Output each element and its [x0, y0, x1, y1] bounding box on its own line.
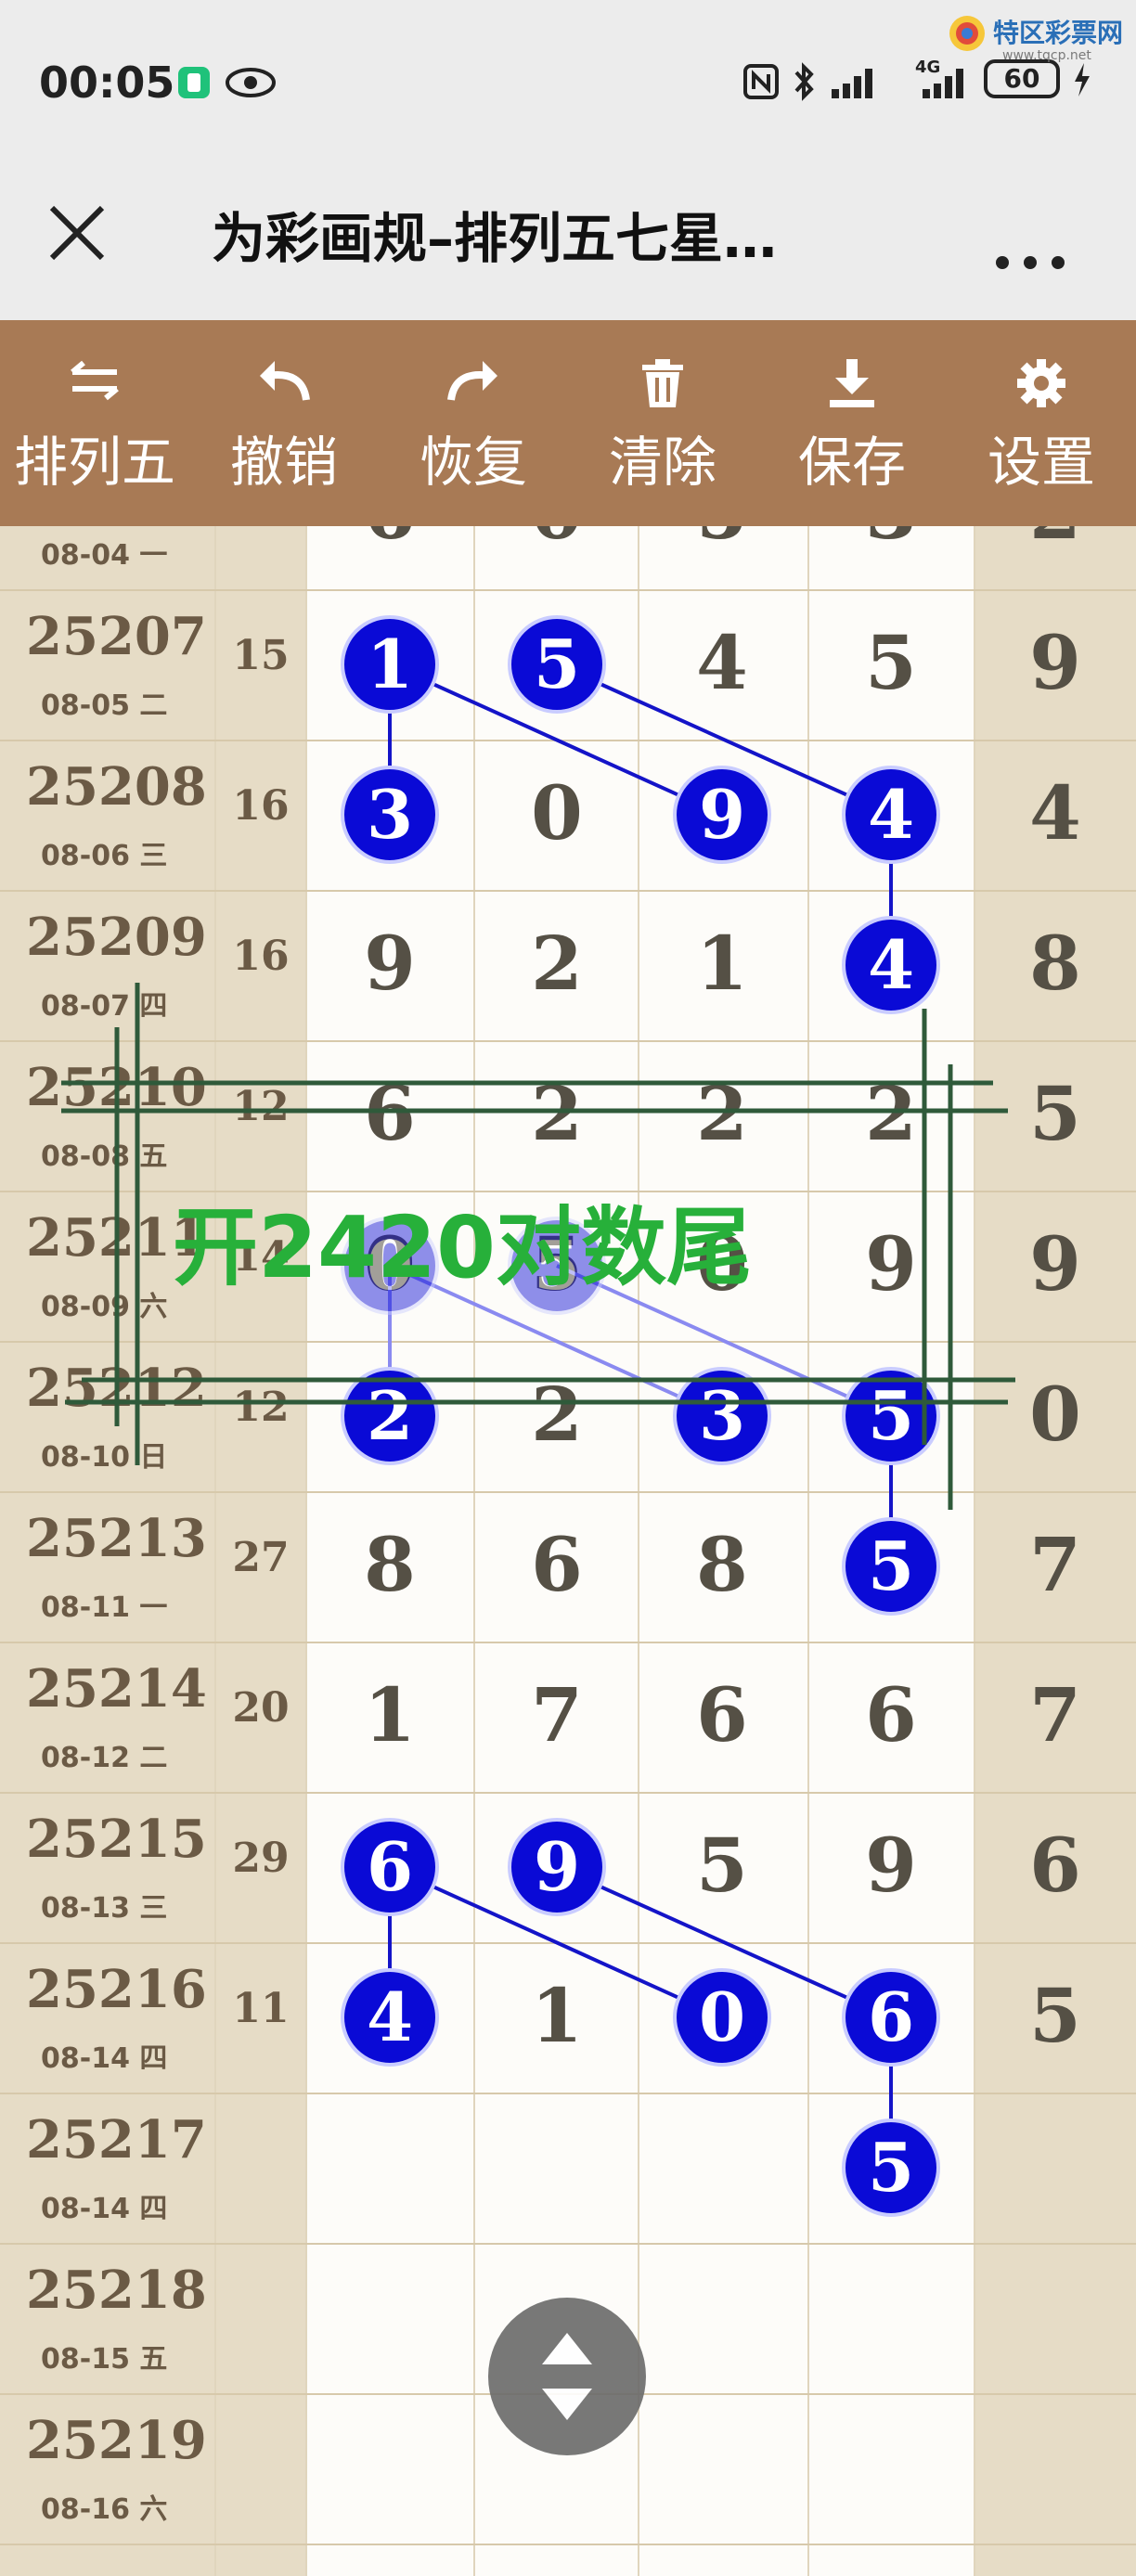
- charging-icon: [1071, 61, 1093, 102]
- highlight-frame: [61, 983, 1015, 1510]
- toolbar-label: 保存: [797, 431, 906, 494]
- trash-icon: [642, 359, 683, 407]
- undo-icon: [260, 361, 310, 401]
- watermark-url: www.tqcp.net: [1002, 48, 1091, 63]
- app-notification-icon: [176, 65, 212, 104]
- toolbar-switch-button[interactable]: 排列五: [0, 320, 189, 526]
- gear-icon: [1017, 359, 1065, 407]
- toolbar-label: 排列五: [13, 431, 175, 494]
- toolbar: 排列五 撤销 恢复 清除 保存 设置: [0, 320, 1136, 526]
- status-time: 00:05: [39, 58, 175, 108]
- toolbar-label: 撤销: [229, 431, 338, 494]
- more-menu-button[interactable]: [993, 221, 1067, 286]
- page-title: 为彩画规–排列五七星…: [212, 207, 778, 270]
- signal-1-icon: [828, 63, 884, 104]
- watermark: 特区彩票网 www.tqcp.net: [947, 9, 1132, 65]
- up-down-arrows-icon: [542, 2333, 592, 2420]
- toolbar-undo-button[interactable]: 撤销: [189, 320, 379, 526]
- toolbar-redo-button[interactable]: 恢复: [379, 320, 568, 526]
- battery-level: 60: [984, 59, 1060, 98]
- scroll-toggle-button[interactable]: [488, 2298, 646, 2455]
- data-grid[interactable]: 2520608-04 一14605322520708-05 二151545925…: [0, 526, 1136, 2576]
- redo-icon: [447, 361, 497, 401]
- signal-2-icon: [919, 63, 975, 104]
- watermark-logo-icon: [949, 16, 985, 51]
- watermark-name: 特区彩票网: [993, 18, 1124, 48]
- bluetooth-icon: [791, 61, 817, 106]
- more-dots-icon: [996, 256, 1065, 269]
- download-icon: [830, 359, 874, 407]
- toolbar-settings-button[interactable]: 设置: [947, 320, 1136, 526]
- swap-arrows-icon: [71, 360, 119, 401]
- close-button[interactable]: [45, 200, 110, 265]
- close-icon: [49, 205, 105, 261]
- toolbar-clear-button[interactable]: 清除: [568, 320, 757, 526]
- toolbar-label: 清除: [608, 431, 716, 494]
- annotation-text: 开2420对数尾: [173, 1198, 753, 1297]
- toolbar-label: 恢复: [419, 431, 527, 494]
- nfc-icon: [742, 63, 780, 104]
- toolbar-label: 设置: [987, 431, 1095, 494]
- toolbar-save-button[interactable]: 保存: [757, 320, 947, 526]
- eye-icon: [225, 65, 277, 104]
